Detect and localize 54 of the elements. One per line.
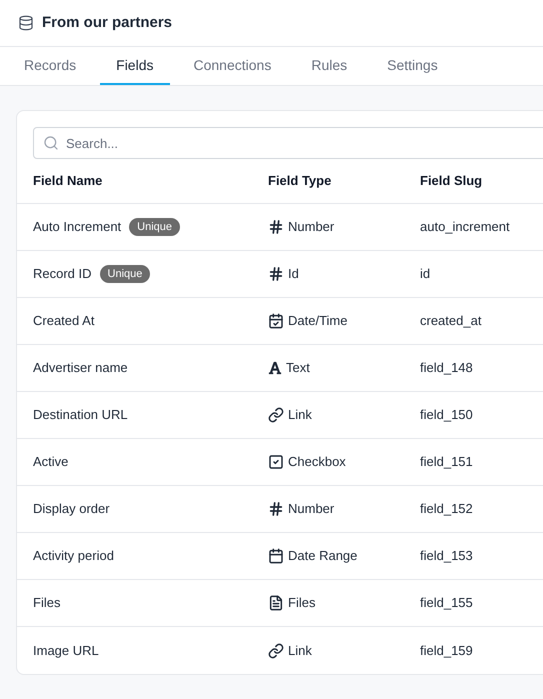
page-title: From our partners (42, 12, 172, 33)
link-icon (268, 642, 284, 658)
tab[interactable]: Rules (295, 47, 364, 85)
field-name: Active (33, 453, 68, 472)
hash-icon (268, 266, 284, 282)
field-name: Record ID (33, 265, 92, 284)
field-slug: field_153 (420, 548, 473, 564)
field-name: Activity period (33, 547, 114, 566)
unique-badge: Unique (100, 264, 150, 284)
field-name: Files (33, 594, 60, 612)
field-slug: field_152 (420, 501, 473, 516)
field-name: Display order (33, 500, 110, 518)
link-icon (268, 407, 284, 423)
tab[interactable]: Records (8, 47, 92, 85)
calendar-check-icon (268, 313, 284, 329)
field-type: Text (286, 359, 310, 378)
field-slug: field_155 (420, 595, 473, 610)
column-header: Field Slug (420, 173, 482, 188)
database-icon (18, 15, 34, 31)
column-header: Field Type (268, 173, 332, 188)
unique-badge: Unique (129, 218, 180, 236)
field-type: Link (288, 406, 312, 424)
field-type: Date Range (288, 547, 358, 566)
field-slug: auto_increment (420, 219, 510, 234)
field-slug: field_159 (420, 642, 473, 658)
column-header: Field Name (33, 173, 102, 188)
field-name: Advertiser name (33, 359, 128, 378)
search-icon (43, 135, 59, 151)
hash-icon (268, 501, 284, 517)
field-slug: field_150 (420, 407, 473, 422)
checkbox-icon (268, 454, 284, 470)
field-name: Image URL (33, 642, 99, 660)
field-name: Auto Increment (33, 218, 122, 236)
tab[interactable]: Settings (371, 47, 454, 85)
field-slug: field_151 (420, 454, 473, 470)
tab[interactable]: Fields (100, 47, 170, 85)
field-type: Number (288, 218, 334, 236)
field-type: Link (288, 642, 312, 660)
field-type: Id (288, 265, 299, 284)
field-type: Date/Time (288, 312, 348, 330)
calendar-icon (268, 548, 284, 564)
font-icon (268, 361, 282, 375)
field-name: Created At (33, 312, 94, 330)
field-slug: field_148 (420, 360, 473, 376)
field-slug: created_at (420, 313, 482, 328)
field-name: Destination URL (33, 406, 128, 424)
field-type: Files (288, 594, 316, 612)
search-field[interactable]: Search... (33, 127, 543, 159)
field-type: Number (288, 500, 334, 518)
file-icon (268, 595, 284, 611)
hash-icon (268, 219, 284, 235)
tab[interactable]: Connections (178, 47, 288, 85)
field-slug: id (420, 266, 430, 282)
field-type: Checkbox (288, 453, 346, 472)
